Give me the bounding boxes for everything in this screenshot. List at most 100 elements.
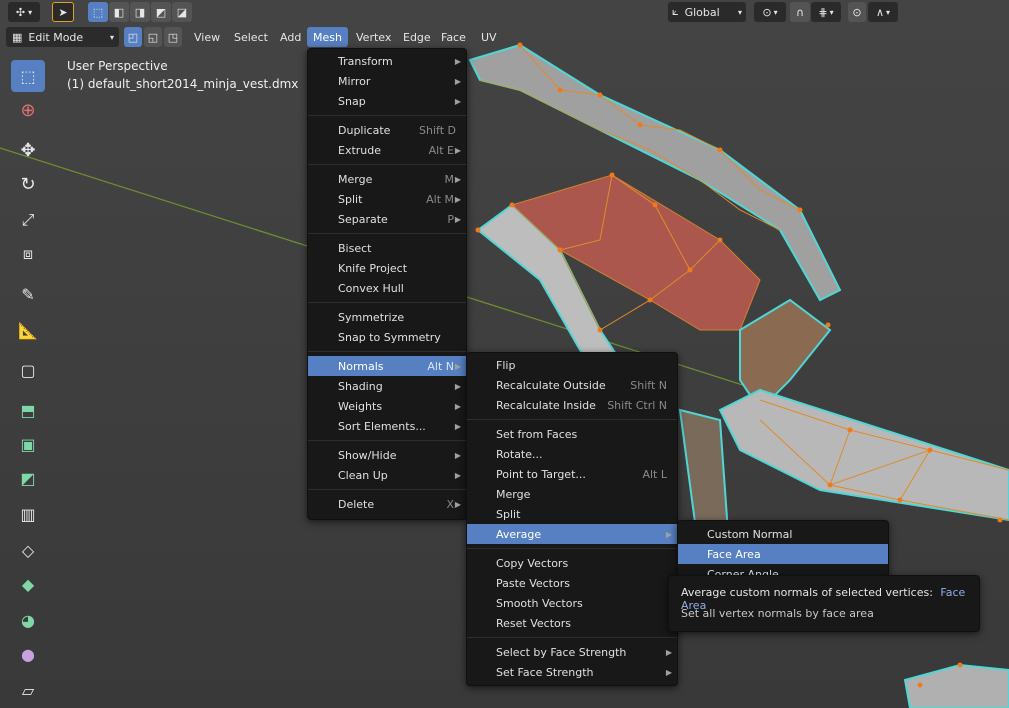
mesh-menu-item-transform[interactable]: Transform ▶ bbox=[308, 51, 466, 71]
vertex-select-mode[interactable]: ◰ bbox=[124, 27, 142, 47]
normals-menu-item-smooth-vectors[interactable]: Smooth Vectors bbox=[467, 593, 677, 613]
tool-move[interactable]: ✥ bbox=[8, 134, 48, 166]
normals-menu-item-flip[interactable]: Flip bbox=[467, 355, 677, 375]
annotate-icon: ✎ bbox=[21, 284, 35, 304]
mesh-menu-item-label: Bisect bbox=[338, 241, 372, 255]
edge-select-mode[interactable]: ◱ bbox=[144, 27, 162, 47]
tool-cursor[interactable]: ⊕ bbox=[8, 94, 48, 126]
editor-type-button[interactable]: ✣ ▾ bbox=[8, 2, 40, 22]
normals-menu-item-recalculate-outside[interactable]: Recalculate Outside Shift N bbox=[467, 375, 677, 395]
tool-add-cube[interactable]: ▢ bbox=[8, 354, 48, 386]
proportional-edit-toggle[interactable]: ⊙ bbox=[848, 2, 866, 22]
tool-measure[interactable]: 📐 bbox=[8, 314, 48, 346]
normals-menu-item-recalculate-inside[interactable]: Recalculate Inside Shift Ctrl N bbox=[467, 395, 677, 415]
menu-add[interactable]: Add bbox=[274, 27, 307, 47]
normals-menu-item-rotate[interactable]: Rotate... bbox=[467, 444, 677, 464]
select-subtract-button[interactable]: ◨ bbox=[130, 2, 150, 22]
mesh-menu-item-duplicate[interactable]: Duplicate Shift D bbox=[308, 120, 466, 140]
tool-transform[interactable]: ⧈ bbox=[8, 238, 48, 270]
menu-select[interactable]: Select bbox=[228, 27, 274, 47]
mesh-menu-item-weights[interactable]: Weights ▶ bbox=[308, 396, 466, 416]
average-menu-item-custom-normal[interactable]: Custom Normal bbox=[678, 524, 888, 544]
falloff-select[interactable]: ∧ ▾ bbox=[868, 2, 898, 22]
menu-mesh[interactable]: Mesh bbox=[307, 27, 348, 47]
tool-spin[interactable]: ◕ bbox=[8, 604, 48, 636]
tool-knife[interactable]: ◇ bbox=[8, 534, 48, 566]
normals-menu-item-reset-vectors[interactable]: Reset Vectors bbox=[467, 613, 677, 633]
select-tool-button[interactable]: ➤ bbox=[52, 2, 74, 22]
select-invert-button[interactable]: ◩ bbox=[151, 2, 171, 22]
mesh-menu-item-separate[interactable]: Separate P ▶ bbox=[308, 209, 466, 229]
menu-vertex[interactable]: Vertex bbox=[350, 27, 397, 47]
tool-extrude[interactable]: ⬒ bbox=[8, 394, 48, 426]
menu-edge[interactable]: Edge bbox=[397, 27, 437, 47]
mesh-menu-item-label: Mirror bbox=[338, 74, 371, 88]
mesh-menu-item-show-hide[interactable]: Show/Hide ▶ bbox=[308, 445, 466, 465]
shear-icon: ▱ bbox=[21, 680, 35, 700]
normals-menu-item-average[interactable]: Average ▶ bbox=[467, 524, 677, 544]
normals-menu-item-set-face-strength[interactable]: Set Face Strength ▶ bbox=[467, 662, 677, 682]
mesh-menu-item-snap[interactable]: Snap ▶ bbox=[308, 91, 466, 111]
transform-orientation-select[interactable]: ⟀ Global ▾ bbox=[668, 2, 746, 22]
face-select-mode[interactable]: ◳ bbox=[164, 27, 182, 47]
mesh-menu-item-label: Merge bbox=[338, 172, 373, 186]
normals-menu-item-set-from-faces[interactable]: Set from Faces bbox=[467, 424, 677, 444]
normals-menu-item-copy-vectors[interactable]: Copy Vectors bbox=[467, 553, 677, 573]
menu-face[interactable]: Face bbox=[435, 27, 472, 47]
normals-menu-item-label: Recalculate Outside bbox=[496, 378, 606, 392]
mesh-menu-item-delete[interactable]: Delete X ▶ bbox=[308, 494, 466, 514]
tool-bevel[interactable]: ◩ bbox=[8, 462, 48, 494]
mesh-menu-item-snap-to-symmetry[interactable]: Snap to Symmetry bbox=[308, 327, 466, 347]
mesh-menu-item-label: Clean Up bbox=[338, 468, 388, 482]
tool-shear[interactable]: ▱ bbox=[8, 674, 48, 706]
submenu-arrow-icon: ▶ bbox=[665, 647, 672, 657]
pivot-point-select[interactable]: ⊙ ▾ bbox=[754, 2, 786, 22]
tool-rotate[interactable]: ↻ bbox=[8, 168, 48, 200]
mesh-menu-item-merge[interactable]: Merge M ▶ bbox=[308, 169, 466, 189]
tool-scale[interactable]: ⤢ bbox=[8, 204, 48, 236]
tool-inset[interactable]: ▣ bbox=[8, 428, 48, 460]
mesh-menu-item-extrude[interactable]: Extrude Alt E ▶ bbox=[308, 140, 466, 160]
spin-icon: ◕ bbox=[21, 610, 35, 630]
tool-poly-build[interactable]: ◆ bbox=[8, 568, 48, 600]
shortcut-label: M bbox=[444, 172, 455, 186]
shortcut-label: Shift Ctrl N bbox=[607, 398, 667, 412]
mesh-menu-item-shading[interactable]: Shading ▶ bbox=[308, 376, 466, 396]
mesh-menu-item-clean-up[interactable]: Clean Up ▶ bbox=[308, 465, 466, 485]
normals-menu-item-paste-vectors[interactable]: Paste Vectors bbox=[467, 573, 677, 593]
normals-menu-item-label: Point to Target... bbox=[496, 467, 586, 481]
snap-toggle[interactable]: ∩ bbox=[790, 2, 810, 22]
tool-smooth[interactable]: ● bbox=[8, 638, 48, 670]
menu-separator bbox=[308, 233, 466, 234]
normals-menu-item-merge[interactable]: Merge bbox=[467, 484, 677, 504]
normals-menu-item-select-by-face-strength[interactable]: Select by Face Strength ▶ bbox=[467, 642, 677, 662]
tool-loop-cut[interactable]: ▥ bbox=[8, 498, 48, 530]
tool-select-box[interactable]: ⬚ bbox=[11, 60, 45, 92]
mesh-menu-item-split[interactable]: Split Alt M ▶ bbox=[308, 189, 466, 209]
mesh-menu-item-convex-hull[interactable]: Convex Hull bbox=[308, 278, 466, 298]
normals-menu-item-split[interactable]: Split bbox=[467, 504, 677, 524]
select-intersect-button[interactable]: ◪ bbox=[172, 2, 192, 22]
menu-uv[interactable]: UV bbox=[475, 27, 503, 47]
mesh-menu-item-sort-elements[interactable]: Sort Elements... ▶ bbox=[308, 416, 466, 436]
snap-element-select[interactable]: ⋕ ▾ bbox=[811, 2, 841, 22]
average-menu-item-face-area[interactable]: Face Area bbox=[678, 544, 888, 564]
submenu-arrow-icon: ▶ bbox=[454, 499, 461, 509]
mesh-menu-item-symmetrize[interactable]: Symmetrize bbox=[308, 307, 466, 327]
mesh-menu-item-knife-project[interactable]: Knife Project bbox=[308, 258, 466, 278]
mesh-menu-item-normals[interactable]: Normals Alt N ▶ bbox=[308, 356, 466, 376]
shortcut-label: Alt L bbox=[642, 467, 667, 481]
tool-annotate[interactable]: ✎ bbox=[8, 278, 48, 310]
select-extend-button[interactable]: ◧ bbox=[109, 2, 129, 22]
cursor-arrow-icon: ➤ bbox=[58, 5, 68, 19]
falloff-curve-icon: ∧ bbox=[875, 5, 885, 19]
normals-menu-item-point-to-target[interactable]: Point to Target... Alt L bbox=[467, 464, 677, 484]
mesh-menu-item-bisect[interactable]: Bisect bbox=[308, 238, 466, 258]
select-new-button[interactable]: ⬚ bbox=[88, 2, 108, 22]
tooltip-description: Set all vertex normals by face area bbox=[681, 607, 874, 620]
normals-menu-item-label: Select by Face Strength bbox=[496, 645, 627, 659]
normals-menu-item-label: Split bbox=[496, 507, 521, 521]
menu-view[interactable]: View bbox=[188, 27, 226, 47]
mode-select[interactable]: ▦ Edit Mode ▾ bbox=[6, 27, 119, 47]
mesh-menu-item-mirror[interactable]: Mirror ▶ bbox=[308, 71, 466, 91]
